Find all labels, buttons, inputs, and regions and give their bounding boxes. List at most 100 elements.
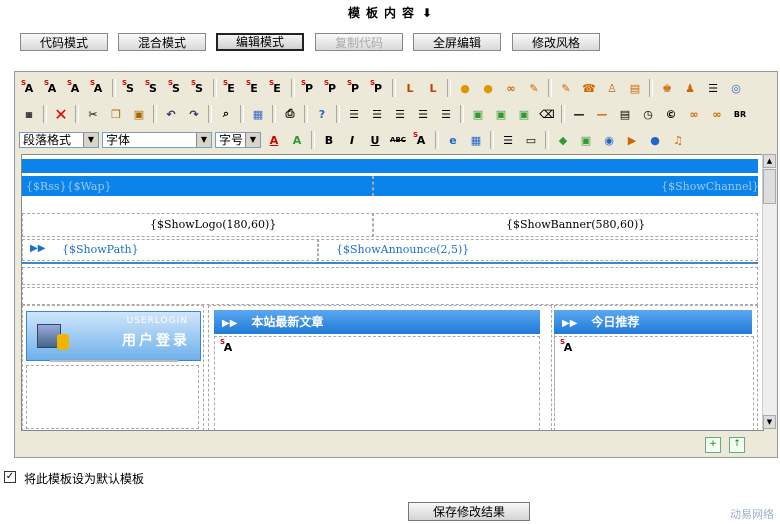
flash-icon[interactable]: ◆	[553, 130, 573, 150]
help-icon[interactable]: ?	[312, 104, 332, 124]
document-icon[interactable]: ▤	[625, 78, 645, 98]
default-template-checkbox[interactable]: ✓	[4, 471, 16, 483]
user-login-cn: 用户登录	[122, 333, 190, 349]
list-label-icon[interactable]: L	[400, 78, 420, 98]
strikethrough-icon[interactable]: ABC	[388, 130, 408, 150]
italic-icon[interactable]: I	[342, 130, 362, 150]
pencil-icon[interactable]: ✎	[556, 78, 576, 98]
list-icon[interactable]: ☰	[703, 78, 723, 98]
fullscreen-edit-button[interactable]: 全屏编辑	[413, 33, 501, 51]
insert-e-label-icon[interactable]: SE	[221, 78, 241, 98]
code-mode-button[interactable]: 代码模式	[20, 33, 108, 51]
scroll-up-icon[interactable]: ▲	[763, 154, 776, 168]
save-changes-button[interactable]: 保存修改结果	[408, 502, 530, 521]
align-center-icon[interactable]: ☰	[367, 104, 387, 124]
insert-p-label-icon[interactable]: SP	[345, 78, 365, 98]
cut-icon[interactable]: ✂	[83, 104, 103, 124]
source-icon[interactable]: ▦	[19, 104, 39, 124]
insert-s-label-icon[interactable]: SS	[189, 78, 209, 98]
gallery-icon[interactable]: ●	[478, 78, 498, 98]
insert-p-label-icon[interactable]: SP	[299, 78, 319, 98]
scroll-thumb[interactable]	[763, 169, 776, 204]
horizontal-rule-icon[interactable]: —	[569, 104, 589, 124]
settings-icon[interactable]: ◎	[726, 78, 746, 98]
play-icon[interactable]: ▶	[622, 130, 642, 150]
edit-mode-button[interactable]: 编辑模式	[216, 33, 304, 51]
insert-label-icon[interactable]: SA	[42, 78, 62, 98]
phone-icon[interactable]: ☎	[579, 78, 599, 98]
insert-p-label-icon[interactable]: SP	[322, 78, 342, 98]
design-canvas[interactable]: {$Rss}{$Wap} {$ShowChannel} {$ShowLogo(1…	[21, 154, 764, 431]
image-icon[interactable]: ▣	[491, 104, 511, 124]
undo-icon[interactable]: ↶	[161, 104, 181, 124]
font-color-icon[interactable]: A	[264, 130, 284, 150]
underline-icon[interactable]: U	[365, 130, 385, 150]
font-size-select[interactable]: 字号 ▼	[215, 132, 261, 148]
mixed-mode-button[interactable]: 混合模式	[118, 33, 206, 51]
copy-code-button[interactable]: 复制代码	[315, 33, 403, 51]
horizontal-rule-icon[interactable]: —	[592, 104, 612, 124]
table-icon[interactable]: ▦	[466, 130, 486, 150]
symbol-icon[interactable]: ©	[661, 104, 681, 124]
link-icon[interactable]: ∞	[501, 78, 521, 98]
list-icon[interactable]: ☰	[498, 130, 518, 150]
html-editor: SA SA SA SA SS SS SS SS SE SE SE SP SP S…	[14, 71, 778, 458]
image-icon[interactable]: ▣	[514, 104, 534, 124]
edit-icon[interactable]: ✎	[524, 78, 544, 98]
calendar-icon[interactable]: ▤	[615, 104, 635, 124]
insert-label-icon[interactable]: SA	[65, 78, 85, 98]
users-icon[interactable]: ♚	[657, 78, 677, 98]
insert-s-label-icon[interactable]: SS	[166, 78, 186, 98]
background-color-icon[interactable]: A	[287, 130, 307, 150]
insert-label-icon[interactable]: SA	[88, 78, 108, 98]
web-icon[interactable]: e	[443, 130, 463, 150]
double-arrow-icon: ▶▶	[30, 243, 46, 254]
insert-e-label-icon[interactable]: SE	[244, 78, 264, 98]
indent-icon[interactable]: ☰	[436, 104, 456, 124]
unlink-icon[interactable]: ∞	[707, 104, 727, 124]
list-label-icon[interactable]: L	[423, 78, 443, 98]
redo-icon[interactable]: ↷	[184, 104, 204, 124]
paragraph-format-select[interactable]: 段落格式 ▼	[19, 132, 99, 148]
form-icon[interactable]: ▭	[521, 130, 541, 150]
image-icon[interactable]: ▣	[468, 104, 488, 124]
clock-icon[interactable]: ◷	[638, 104, 658, 124]
show-logo-placeholder: {$ShowLogo(180,60)}	[150, 218, 277, 231]
align-right-icon[interactable]: ☰	[390, 104, 410, 124]
font-family-select[interactable]: 字体 ▼	[102, 132, 212, 148]
bold-icon[interactable]: B	[319, 130, 339, 150]
compass-icon[interactable]: ◉	[599, 130, 619, 150]
delete-icon[interactable]: ✕	[51, 104, 71, 124]
find-icon[interactable]: ⌕	[216, 104, 236, 124]
line-break-icon[interactable]: BR	[730, 104, 750, 124]
zoom-out-icon[interactable]: ↑	[729, 437, 745, 453]
insert-s-label-icon[interactable]: SS	[143, 78, 163, 98]
gallery-icon[interactable]: ●	[455, 78, 475, 98]
scroll-down-icon[interactable]: ▼	[763, 415, 776, 429]
eraser-icon[interactable]: ⌫	[537, 104, 557, 124]
print-icon[interactable]: ⎙	[280, 104, 300, 124]
insert-label-icon[interactable]: SA	[218, 337, 238, 357]
modify-style-button[interactable]: 修改风格	[512, 33, 600, 51]
insert-p-label-icon[interactable]: SP	[368, 78, 388, 98]
insert-label-icon[interactable]: SA	[411, 130, 431, 150]
link-icon[interactable]: ∞	[684, 104, 704, 124]
user-icon[interactable]: ♙	[602, 78, 622, 98]
insert-s-label-icon[interactable]: SS	[120, 78, 140, 98]
show-path-placeholder: {$ShowPath}	[62, 243, 139, 256]
music-icon[interactable]: ♫	[668, 130, 688, 150]
media-icon[interactable]: ▣	[576, 130, 596, 150]
vertical-scrollbar[interactable]: ▲ ▼	[762, 154, 776, 429]
user-icon[interactable]: ♟	[680, 78, 700, 98]
zoom-in-icon[interactable]: +	[705, 437, 721, 453]
paste-icon[interactable]: ▣	[129, 104, 149, 124]
align-left-icon[interactable]: ☰	[344, 104, 364, 124]
chat-icon[interactable]: ●	[645, 130, 665, 150]
insert-e-label-icon[interactable]: SE	[267, 78, 287, 98]
mode-bar: 代码模式 混合模式 编辑模式 复制代码 全屏编辑 修改风格	[0, 33, 780, 53]
insert-label-icon[interactable]: SA	[558, 337, 578, 357]
copy-icon[interactable]: ❐	[106, 104, 126, 124]
justify-icon[interactable]: ☰	[413, 104, 433, 124]
calculator-icon[interactable]: ▦	[248, 104, 268, 124]
insert-label-icon[interactable]: SA	[19, 78, 39, 98]
